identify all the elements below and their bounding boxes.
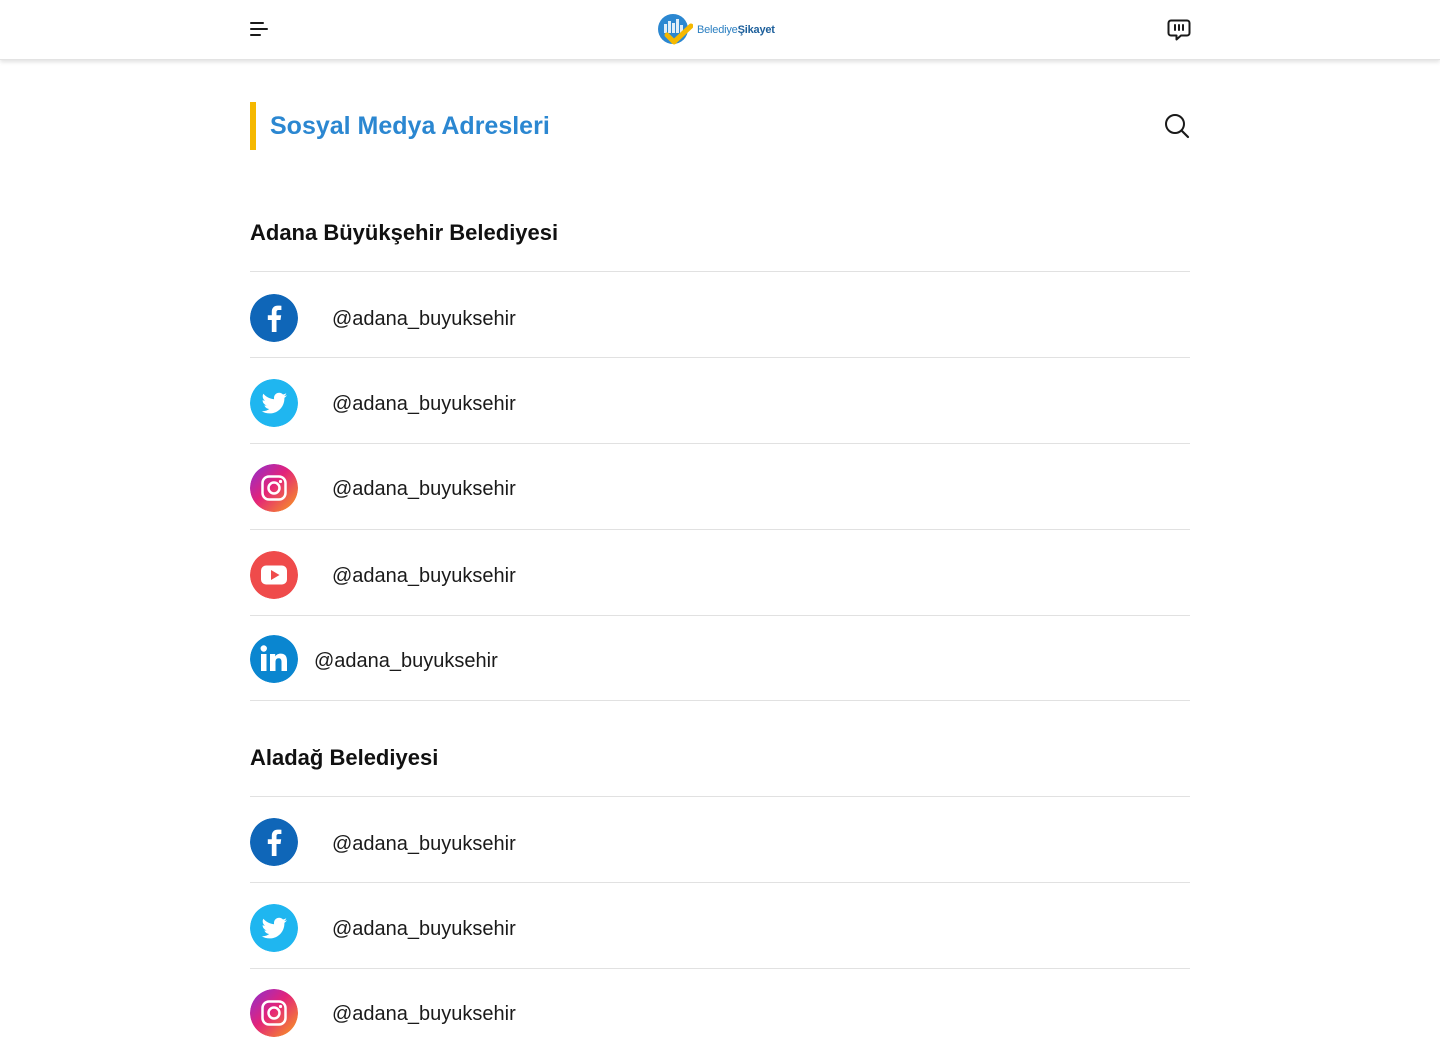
instagram-icon[interactable]	[250, 464, 298, 512]
social-row-youtube: @adana_buyuksehir	[250, 529, 1190, 615]
section-title: Adana Büyükşehir Belediyesi	[250, 220, 559, 245]
social-handle-link[interactable]: @adana_buyuksehir	[332, 916, 516, 942]
section-title: Aladağ Belediyesi	[250, 745, 439, 770]
social-row-linkedin: @adana_buyuksehir	[250, 615, 1190, 701]
instagram-icon[interactable]	[250, 989, 298, 1037]
hamburger-menu-icon[interactable]	[250, 20, 270, 40]
twitter-icon[interactable]	[250, 904, 298, 952]
logo-mark-icon	[658, 14, 693, 45]
page-heading: Sosyal Medya Adresleri	[250, 102, 1190, 150]
facebook-icon[interactable]	[250, 294, 298, 342]
social-row-twitter: @adana_buyuksehir	[250, 882, 1190, 968]
linkedin-icon[interactable]	[250, 635, 298, 683]
facebook-icon[interactable]	[250, 818, 298, 866]
social-row-facebook: @adana_buyuksehir	[250, 796, 1190, 882]
logo-text-sikayet: Şikayet	[737, 24, 775, 36]
youtube-icon[interactable]	[250, 551, 298, 599]
social-row-instagram: @adana_buyuksehir	[250, 968, 1190, 1037]
top-navigation-bar: BelediyeŞikayet	[0, 0, 1440, 60]
page-title: Sosyal Medya Adresleri	[270, 112, 550, 140]
logo-text: BelediyeŞikayet	[697, 24, 775, 36]
social-handle-link[interactable]: @adana_buyuksehir	[314, 648, 498, 674]
social-handle-link[interactable]: @adana_buyuksehir	[332, 391, 516, 417]
twitter-icon[interactable]	[250, 379, 298, 427]
search-icon[interactable]	[1164, 113, 1190, 139]
social-handle-link[interactable]: @adana_buyuksehir	[332, 476, 516, 502]
social-row-instagram: @adana_buyuksehir	[250, 443, 1190, 529]
site-logo[interactable]: BelediyeŞikayet	[657, 13, 775, 47]
heading-accent-bar	[250, 102, 256, 150]
social-handle-link[interactable]: @adana_buyuksehir	[332, 306, 516, 332]
feedback-chat-icon[interactable]	[1167, 18, 1191, 42]
social-handle-link[interactable]: @adana_buyuksehir	[332, 563, 516, 589]
logo-text-belediye: Belediye	[697, 24, 738, 36]
social-handle-link[interactable]: @adana_buyuksehir	[332, 1001, 516, 1027]
social-row-twitter: @adana_buyuksehir	[250, 357, 1190, 443]
social-handle-link[interactable]: @adana_buyuksehir	[332, 831, 516, 857]
social-row-facebook: @adana_buyuksehir	[250, 271, 1190, 357]
